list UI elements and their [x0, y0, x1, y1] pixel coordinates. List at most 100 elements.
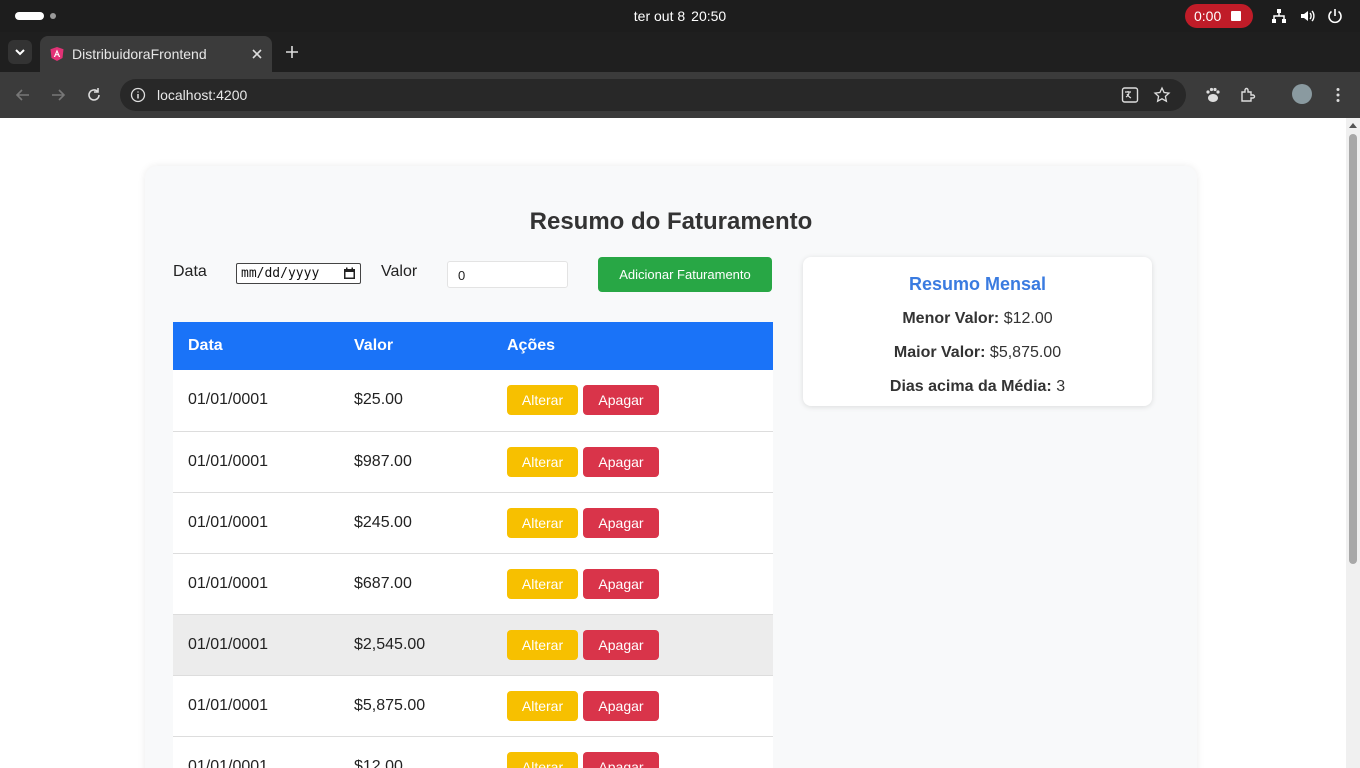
row-valor: $245.00 [339, 492, 492, 554]
row-actions: Alterar Apagar [492, 370, 773, 432]
table-row: 01/01/0001 $25.00 Alterar Apagar [173, 370, 773, 432]
header-acoes: Ações [492, 322, 773, 370]
clock-day: ter out 8 [633, 8, 686, 24]
summary-title: Resumo Mensal [908, 274, 1047, 294]
recording-time: 0:00 [1194, 8, 1222, 24]
row-data: 01/01/0001 [173, 736, 339, 768]
row-valor: $687.00 [339, 553, 492, 615]
row-data: 01/01/0001 [173, 675, 339, 737]
page-viewport: Resumo do Faturamento Data mm/dd/yyyy Va… [0, 118, 1346, 768]
close-icon[interactable] [248, 45, 266, 63]
alterar-button[interactable]: Alterar [507, 568, 578, 599]
row-data: 01/01/0001 [173, 492, 339, 554]
row-valor: $25.00 [339, 370, 492, 432]
table-row: 01/01/0001 $245.00 Alterar Apagar [173, 492, 773, 554]
row-data: 01/01/0001 [173, 553, 339, 615]
browser-toolbar: localhost:4200 [0, 72, 1360, 118]
row-actions: Alterar Apagar [492, 553, 773, 615]
volume-icon[interactable] [1299, 7, 1317, 25]
menor-valor-line: Menor Valor: $12.00 [803, 310, 1152, 328]
faturamento-table: Data Valor Ações 01/01/0001 $25.00 Alterar… [173, 322, 773, 768]
table-row: 01/01/0001 $12.00 Alterar Apagar [173, 736, 773, 768]
extensions-puzzle-icon[interactable] [1239, 86, 1257, 104]
tab-search-button[interactable] [8, 40, 32, 64]
row-data: 01/01/0001 [173, 614, 339, 676]
translate-icon[interactable] [1121, 86, 1139, 104]
alterar-button[interactable]: Alterar [507, 690, 578, 721]
browser-tab[interactable]: DistribuidoraFrontend [40, 36, 272, 72]
table-row: 01/01/0001 $2,545.00 Alterar Apagar [173, 614, 773, 676]
header-data: Data [173, 322, 339, 370]
row-actions: Alterar Apagar [492, 736, 773, 768]
add-faturamento-button[interactable]: Adicionar Faturamento [598, 257, 772, 292]
menor-valor-label: Menor Valor: [902, 310, 1000, 327]
power-icon[interactable] [1326, 7, 1344, 25]
apagar-button[interactable]: Apagar [583, 385, 659, 416]
new-tab-plus-icon[interactable] [283, 43, 301, 61]
date-placeholder: mm/dd/yyyy [241, 266, 320, 281]
more-menu-icon[interactable] [1329, 86, 1347, 104]
alterar-button[interactable]: Alterar [507, 629, 578, 660]
row-actions: Alterar Apagar [492, 614, 773, 676]
apagar-button[interactable]: Apagar [583, 568, 659, 599]
alterar-button[interactable]: Alterar [507, 385, 578, 416]
table-row: 01/01/0001 $5,875.00 Alterar Apagar [173, 675, 773, 737]
back-arrow-icon[interactable] [14, 86, 32, 104]
apagar-button[interactable]: Apagar [583, 446, 659, 477]
tab-title: DistribuidoraFrontend [72, 46, 207, 62]
stop-icon[interactable] [1231, 11, 1241, 21]
row-actions: Alterar Apagar [492, 431, 773, 493]
apagar-button[interactable]: Apagar [583, 507, 659, 538]
calendar-icon[interactable] [343, 267, 356, 280]
dias-acima-value: 3 [1056, 378, 1066, 395]
date-input[interactable]: mm/dd/yyyy [236, 263, 361, 284]
row-actions: Alterar Apagar [492, 675, 773, 737]
screen-recording-indicator[interactable]: 0:00 [1185, 4, 1253, 28]
table-row: 01/01/0001 $687.00 Alterar Apagar [173, 553, 773, 615]
page-title: Resumo do Faturamento [529, 208, 813, 235]
dias-acima-line: Dias acima da Média: 3 [803, 378, 1152, 396]
row-valor: $5,875.00 [339, 675, 492, 737]
header-valor: Valor [339, 322, 492, 370]
extension-paw-icon[interactable] [1204, 86, 1222, 104]
apagar-button[interactable]: Apagar [583, 629, 659, 660]
site-info-icon[interactable] [130, 87, 146, 103]
maior-valor-label: Maior Valor: [893, 344, 986, 361]
menor-valor-value: $12.00 [1003, 310, 1053, 327]
alterar-button[interactable]: Alterar [507, 751, 578, 768]
scroll-up-arrow-icon[interactable] [1349, 123, 1357, 128]
address-bar[interactable]: localhost:4200 [120, 79, 1186, 111]
bookmark-star-icon[interactable] [1153, 86, 1171, 104]
row-valor: $2,545.00 [339, 614, 492, 676]
os-top-bar: ter out 8 20:50 0:00 [0, 0, 1360, 32]
row-data: 01/01/0001 [173, 431, 339, 493]
scrollbar-thumb[interactable] [1349, 134, 1357, 564]
row-valor: $12.00 [339, 736, 492, 768]
url-text: localhost:4200 [157, 87, 248, 103]
row-actions: Alterar Apagar [492, 492, 773, 554]
dias-acima-label: Dias acima da Média: [889, 378, 1052, 395]
reload-icon[interactable] [85, 86, 103, 104]
vertical-scrollbar[interactable] [1346, 118, 1360, 768]
apagar-button[interactable]: Apagar [583, 690, 659, 721]
clock-time: 20:50 [691, 8, 727, 24]
profile-avatar[interactable] [1292, 84, 1312, 104]
alterar-button[interactable]: Alterar [507, 446, 578, 477]
chevron-down-icon [15, 49, 25, 56]
forward-arrow-icon[interactable] [49, 86, 67, 104]
maior-valor-line: Maior Valor: $5,875.00 [803, 344, 1152, 362]
network-icon[interactable] [1270, 7, 1288, 25]
main-container: Resumo do Faturamento Data mm/dd/yyyy Va… [145, 166, 1197, 768]
system-clock[interactable]: ter out 8 20:50 [0, 8, 1360, 24]
angular-favicon-icon [50, 47, 64, 61]
date-label: Data [173, 263, 207, 280]
maior-valor-value: $5,875.00 [989, 344, 1062, 361]
apagar-button[interactable]: Apagar [583, 751, 659, 768]
valor-label: Valor [381, 263, 418, 280]
row-valor: $987.00 [339, 431, 492, 493]
table-header-row: Data Valor Ações [173, 322, 773, 370]
alterar-button[interactable]: Alterar [507, 507, 578, 538]
valor-input[interactable]: 0 [447, 261, 568, 288]
browser-tab-strip: DistribuidoraFrontend [0, 32, 1360, 72]
row-data: 01/01/0001 [173, 370, 339, 432]
